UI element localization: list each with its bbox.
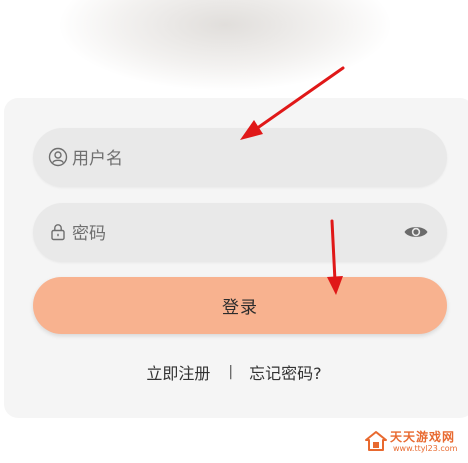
login-button[interactable]: 登录 [33, 277, 447, 334]
username-input[interactable] [70, 128, 414, 189]
house-icon [365, 430, 387, 452]
username-field[interactable] [33, 128, 447, 189]
password-field[interactable] [33, 203, 447, 264]
user-icon [48, 147, 68, 167]
register-link[interactable]: 立即注册 [146, 360, 210, 384]
watermark: 天天游戏网 www.ttyl23.com [365, 426, 465, 458]
forgot-password-link[interactable]: 忘记密码? [249, 360, 322, 384]
watermark-title: 天天游戏网 [390, 430, 456, 444]
link-separator: | [228, 364, 234, 380]
lock-icon [48, 222, 68, 242]
eye-icon[interactable] [403, 222, 429, 242]
watermark-url: www.ttyl23.com [393, 444, 458, 453]
background-shadow [60, 0, 390, 90]
auth-links: 立即注册 | 忘记密码? [0, 360, 468, 384]
password-input[interactable] [70, 203, 414, 264]
